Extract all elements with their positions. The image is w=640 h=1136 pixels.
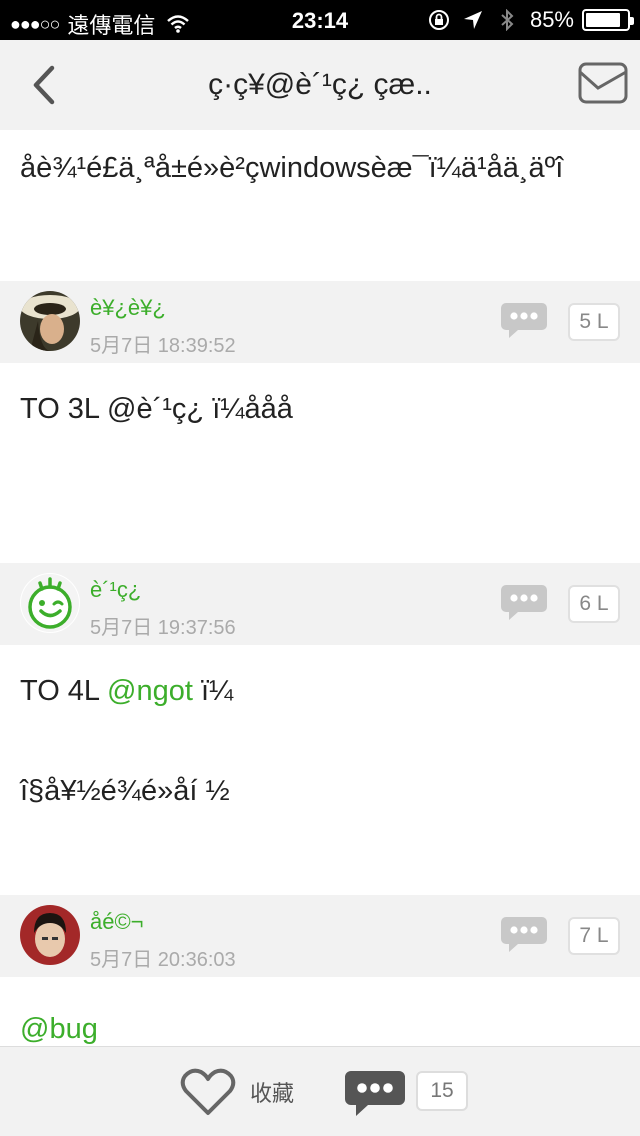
battery-icon	[582, 9, 634, 31]
mention-link[interactable]: @bug	[20, 1013, 98, 1045]
reply-header: è´¹ç¿ 5月7日 19:37:56 6 L	[0, 563, 640, 645]
battery-percent: 85%	[529, 7, 574, 32]
status-bar: ●●●○○ 遠傳電信 23:14 85%	[0, 0, 640, 40]
reply-text: TO 3L @è´¹ç¿ ï¼ååå	[20, 393, 293, 425]
reply-timestamp: 5月7日 18:39:52	[90, 335, 236, 357]
mail-icon[interactable]	[578, 62, 628, 104]
navigation-bar: ç·ç¥@è´¹ç¿ çæ..	[0, 40, 640, 130]
reply-line: @bug	[20, 1013, 98, 1046]
avatar[interactable]	[20, 573, 80, 633]
favorite-button[interactable]: 收藏	[180, 1067, 294, 1117]
avatar[interactable]	[20, 291, 80, 351]
comment-bubble-icon[interactable]	[500, 583, 548, 623]
mention-link[interactable]: @ngot	[107, 675, 193, 707]
reply-header: åé©¬ 5月7日 20:36:03 7 L	[0, 895, 640, 977]
username[interactable]: è´¹ç¿	[90, 577, 141, 603]
reply-body: TO 4L @ngot ï¼ î§å¥½é¾é»åí ½	[0, 645, 640, 895]
location-arrow-icon	[463, 11, 482, 29]
bluetooth-icon	[501, 9, 514, 31]
status-right: 85%	[428, 7, 634, 33]
page-title: ç·ç¥@è´¹ç¿ çæ..	[208, 68, 432, 101]
reply-text: TO 4L	[20, 675, 108, 707]
reply-line: TO 3L @è´¹ç¿ ï¼ååå	[20, 393, 293, 426]
reply-line: î§å¥½é¾é»åí ½	[20, 775, 230, 808]
topic-content: åè¾¹é£ä¸ªå±é»è²çwindowsèæ¯ï¼ä¹åä¸äºî	[0, 130, 640, 280]
comment-bubble-icon[interactable]	[500, 915, 548, 955]
floor-badge: 7 L	[568, 917, 620, 955]
reply-header: è¥¿è¥¿ 5月7日 18:39:52 5 L	[0, 281, 640, 363]
battery-fill	[586, 13, 620, 27]
reply-body: @bug	[0, 977, 640, 1047]
topic-text: åè¾¹é£ä¸ªå±é»è²çwindowsèæ¯ï¼ä¹åä¸äºî	[20, 152, 564, 184]
avatar-smiley-image	[21, 574, 79, 632]
username[interactable]: è¥¿è¥¿	[90, 295, 166, 321]
comment-icon[interactable]	[344, 1069, 406, 1119]
reply-text: î§å¥½é¾é»åí ½	[20, 775, 230, 807]
heart-icon	[180, 1068, 236, 1115]
reply-body: TO 3L @è´¹ç¿ ï¼ååå	[0, 363, 640, 563]
rotation-lock-icon	[428, 10, 449, 30]
username[interactable]: åé©¬	[90, 909, 144, 935]
bottom-toolbar: 收藏 15	[0, 1046, 640, 1136]
battery-tip	[630, 17, 634, 25]
avatar-woman-hat-image	[20, 291, 80, 351]
avatar[interactable]	[20, 905, 80, 965]
floor-badge: 6 L	[568, 585, 620, 623]
reply-timestamp: 5月7日 19:37:56	[90, 617, 236, 639]
favorite-label: 收藏	[250, 1082, 295, 1107]
comment-count[interactable]: 15	[416, 1071, 468, 1111]
floor-badge: 5 L	[568, 303, 620, 341]
avatar-man-portrait-image	[20, 905, 80, 965]
reply-line: TO 4L @ngot ï¼	[20, 675, 233, 708]
comment-bubble-icon[interactable]	[500, 301, 548, 341]
back-chevron-icon[interactable]	[28, 64, 62, 106]
reply-timestamp: 5月7日 20:36:03	[90, 949, 236, 971]
reply-text: ï¼	[192, 675, 234, 707]
